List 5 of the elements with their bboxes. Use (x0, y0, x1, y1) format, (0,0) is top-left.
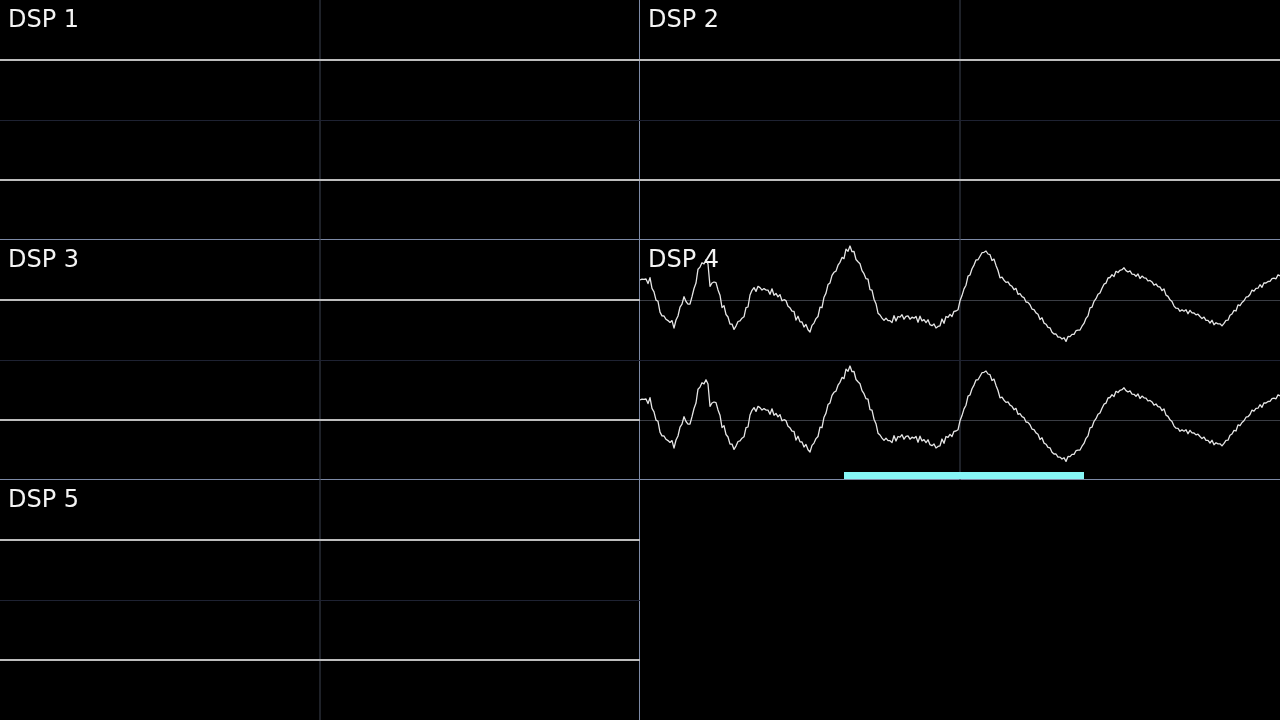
panel-title: DSP 1 (8, 5, 80, 34)
panel-title: DSP 2 (648, 5, 720, 34)
panel-title: DSP 3 (8, 245, 80, 274)
panel-title: DSP 5 (8, 485, 80, 514)
panel-title: DSP 4 (648, 245, 720, 274)
